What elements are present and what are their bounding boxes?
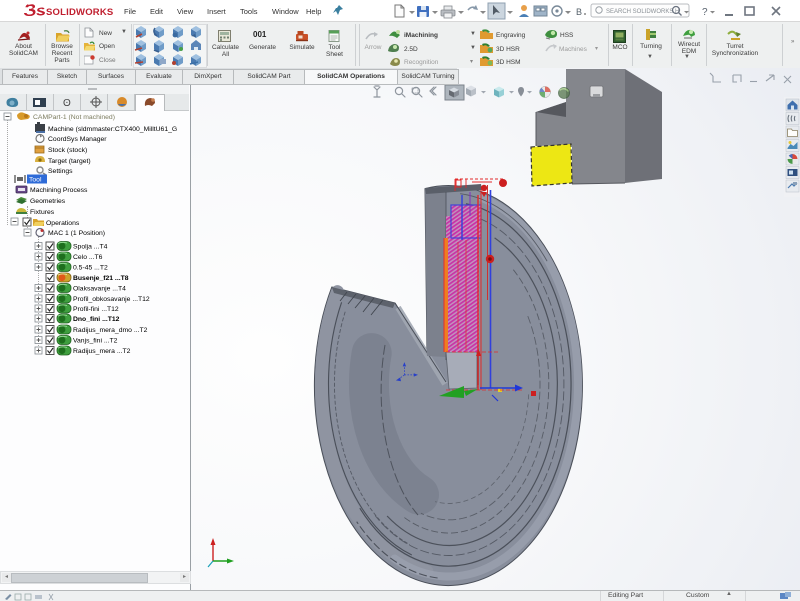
svg-text:Olaksavanje ...T4: Olaksavanje ...T4 [73,286,126,293]
svg-text:ʘ: ʘ [63,98,71,109]
svg-text:?: ? [702,7,708,18]
svg-text:Fixtures: Fixtures [30,209,55,216]
svg-text:0.5-45 ...T2: 0.5-45 ...T2 [73,265,108,272]
svg-text:CAMPart-1 (Not machined): CAMPart-1 (Not machined) [33,114,115,121]
svg-text:B: B [576,7,582,17]
svg-text:Dno_fini ...T12: Dno_fini ...T12 [73,316,120,323]
svg-text:Radijus_mera_dmo ...T2: Radijus_mera_dmo ...T2 [73,327,148,334]
svg-text:Busenje_f21 ...T8: Busenje_f21 ...T8 [73,275,129,282]
svg-text:Machining Process: Machining Process [30,187,88,194]
svg-text:Geometries: Geometries [30,198,66,205]
svg-text:Spolja ...T4: Spolja ...T4 [73,244,108,251]
svg-text:Radijus_mera ...T2: Radijus_mera ...T2 [73,348,131,355]
svg-text:SEARCH SOLIDWORKS H: SEARCH SOLIDWORKS H [606,9,679,15]
svg-text:Stock (stock): Stock (stock) [48,147,87,154]
svg-text:Celo ...T6: Celo ...T6 [73,254,103,261]
svg-text:Operations: Operations [46,220,80,227]
svg-text:SOLIDWORKS: SOLIDWORKS [46,7,113,18]
svg-text:Target (target): Target (target) [48,158,91,165]
svg-text:Settings: Settings [48,168,73,175]
svg-text:Profil-fini ...T12: Profil-fini ...T12 [73,306,119,313]
svg-text:Vanjs_fini ...T2: Vanjs_fini ...T2 [73,338,118,345]
svg-text:Tool: Tool [29,177,42,184]
svg-text:Profil_obkosavanje ...T12: Profil_obkosavanje ...T12 [73,296,150,303]
svg-text:MAC 1 (1 Position): MAC 1 (1 Position) [48,230,105,237]
svg-text:CoordSys Manager: CoordSys Manager [48,136,107,143]
svg-text:Machine (sldmmaster:CTX400_Mil: Machine (sldmmaster:CTX400_MilltU61_G [48,126,177,133]
